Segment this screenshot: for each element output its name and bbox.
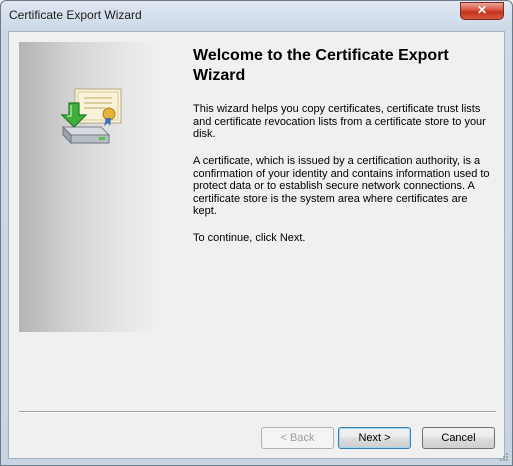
wizard-side-panel xyxy=(19,42,166,332)
close-icon: ✕ xyxy=(476,3,488,17)
next-button[interactable]: Next > xyxy=(338,427,411,449)
title-bar[interactable]: Certificate Export Wizard ✕ xyxy=(1,1,512,31)
back-button[interactable]: < Back xyxy=(261,427,334,449)
close-button[interactable]: ✕ xyxy=(460,2,504,20)
page-title: Welcome to the Certificate Export Wizard xyxy=(193,47,449,84)
continue-instruction: To continue, click Next. xyxy=(193,232,306,244)
certificate-description-paragraph: A certificate, which is issued by a cert… xyxy=(193,155,490,217)
wizard-window: Certificate Export Wizard ✕ Welcome to t… xyxy=(0,0,513,466)
window-title: Certificate Export Wizard xyxy=(9,8,142,22)
cancel-button[interactable]: Cancel xyxy=(422,427,495,449)
certificate-export-icon xyxy=(60,88,122,145)
button-separator xyxy=(19,411,496,413)
resize-grip-icon[interactable] xyxy=(499,452,509,462)
wizard-content: Welcome to the Certificate Export Wizard… xyxy=(8,31,505,459)
intro-paragraph: This wizard helps you copy certificates,… xyxy=(193,103,486,140)
